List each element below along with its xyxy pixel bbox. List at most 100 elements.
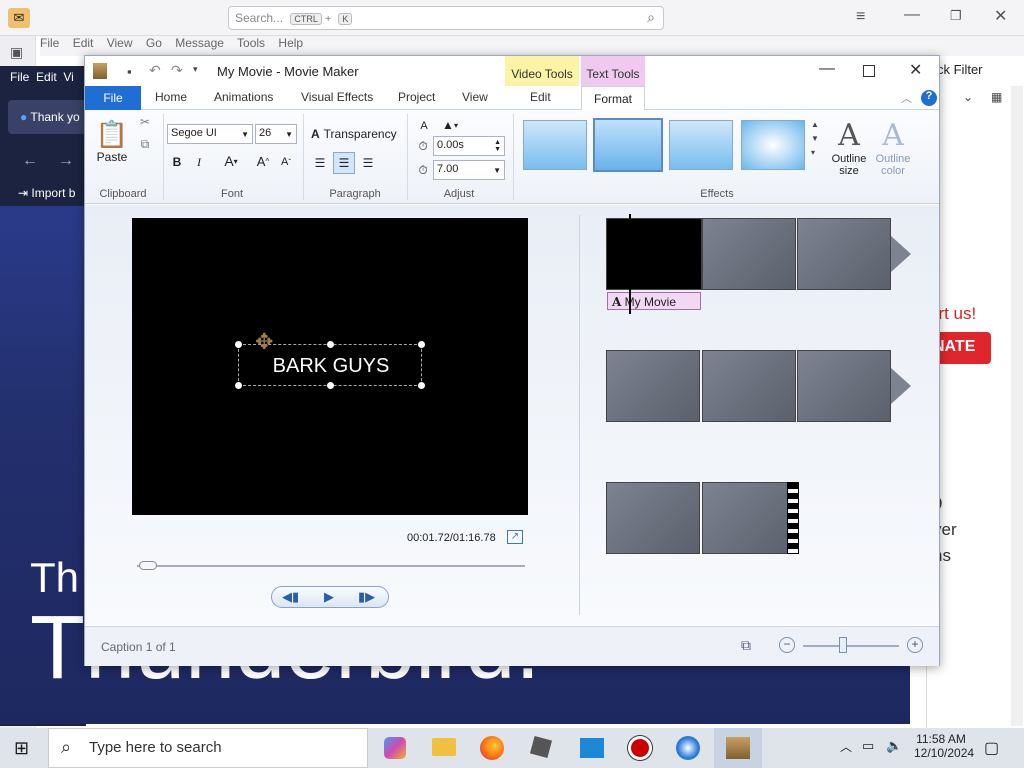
notifications-icon[interactable]: ▢ (984, 738, 999, 758)
italic-button[interactable]: I (191, 154, 207, 170)
cut-icon[interactable]: ✂ (137, 114, 153, 130)
chevron-down-icon[interactable]: ⌄ (963, 90, 973, 104)
tab-project[interactable]: Project (398, 90, 435, 104)
transparency-button[interactable]: A Transparency (311, 126, 403, 142)
search-input[interactable]: Search... CTRL + K ⌕ (228, 6, 664, 30)
taskbar-search[interactable]: ⌕ Type here to search (48, 728, 368, 768)
resize-handle[interactable] (235, 341, 242, 348)
hamburger-menu-icon[interactable]: ≡ (856, 8, 865, 26)
file-explorer-icon[interactable] (432, 738, 456, 756)
menu-view[interactable]: View (107, 36, 133, 50)
tab-visual-effects[interactable]: Visual Effects (301, 90, 373, 104)
start-time-input[interactable]: 0.00s ▲ ▼ (433, 136, 505, 156)
align-left-icon[interactable]: ☰ (311, 154, 329, 172)
clip-thumbnail[interactable] (702, 350, 796, 422)
firefox-icon[interactable] (480, 736, 504, 760)
clock[interactable]: 11:58 AM 12/10/2024 (914, 732, 974, 760)
font-family-select[interactable]: Segoe UI ▼ (167, 124, 253, 144)
menu-go[interactable]: Go (146, 36, 162, 50)
duration-input[interactable]: 7.00 ▼ (433, 160, 505, 180)
grow-font-button[interactable]: A ^ (253, 152, 273, 170)
tab-animations[interactable]: Animations (214, 90, 273, 104)
fullscreen-icon[interactable]: ↗ (507, 530, 523, 544)
effect-thumbnail-2-selected[interactable] (593, 118, 663, 172)
copilot-icon[interactable] (384, 737, 406, 759)
redo-icon[interactable]: ↷ (171, 62, 183, 79)
roblox-studio-icon[interactable] (580, 738, 604, 758)
align-right-icon[interactable]: ☰ (359, 154, 377, 172)
next-frame-icon[interactable]: ▮▶ (358, 589, 375, 605)
help-icon[interactable]: ? (921, 90, 937, 106)
menu-tools[interactable]: Tools (237, 36, 265, 50)
clip-thumbnail[interactable] (606, 350, 700, 422)
volume-icon[interactable]: 🔈 (886, 738, 902, 754)
customize-qat-icon[interactable]: ▾ (193, 64, 198, 75)
minimize-icon[interactable]: — (904, 6, 920, 24)
record-icon[interactable] (628, 736, 652, 760)
zoom-out-icon[interactable]: − (779, 637, 795, 653)
scrollbar[interactable] (1011, 86, 1023, 726)
forward-arrow-icon[interactable]: → (58, 152, 74, 170)
resize-handle[interactable] (327, 341, 334, 348)
effect-thumbnail-4[interactable] (741, 120, 805, 170)
clip-thumbnail[interactable] (702, 218, 796, 290)
minimize-button[interactable]: — (819, 60, 835, 78)
playhead[interactable] (629, 214, 631, 314)
pane-divider[interactable] (579, 215, 580, 615)
clip-thumbnail[interactable] (606, 482, 700, 554)
quick-filter-button[interactable]: ck Filter (937, 62, 983, 77)
thunderbird-icon[interactable] (676, 736, 700, 760)
font-color-button[interactable]: A ▾ (217, 152, 245, 170)
clip-title-black[interactable] (606, 218, 702, 290)
effect-thumbnail-1[interactable] (523, 120, 587, 170)
play-icon[interactable]: ▶ (324, 589, 334, 605)
tab-format[interactable]: Format (581, 86, 645, 111)
dark-menu-view[interactable]: Vi (63, 70, 73, 84)
close-icon[interactable]: ✕ (994, 6, 1007, 26)
text-color-icon[interactable]: ▲ ▾ (437, 116, 463, 134)
mail-icon[interactable]: ✉ (8, 8, 30, 28)
caption-clip[interactable]: A My Movie (607, 292, 701, 310)
dark-menu-file[interactable]: File (10, 70, 29, 84)
move-icon[interactable]: ✥ (255, 329, 273, 355)
zoom-slider-thumb[interactable] (839, 637, 847, 653)
clip-thumbnail[interactable] (797, 350, 891, 422)
movie-maker-taskbar-button[interactable] (714, 728, 762, 768)
import-button[interactable]: ⇥ Import b (18, 186, 75, 200)
dark-menu-edit[interactable]: Edit (36, 70, 57, 84)
menu-message[interactable]: Message (175, 36, 224, 50)
background-color-icon[interactable]: A (415, 118, 433, 134)
zoom-slider[interactable] (803, 645, 899, 647)
tab-home[interactable]: Home (155, 90, 187, 104)
clip-thumbnail[interactable] (797, 218, 891, 290)
align-center-icon[interactable]: ☰ (333, 152, 355, 174)
effect-thumbnail-3[interactable] (669, 120, 733, 170)
shrink-font-button[interactable]: Aˇ (277, 154, 295, 170)
menu-help[interactable]: Help (278, 36, 303, 50)
outline-color-button[interactable]: A Outline color (871, 114, 915, 180)
collapse-ribbon-icon[interactable]: ︿ (901, 90, 912, 106)
restore-icon[interactable]: ❐ (950, 8, 962, 24)
resize-handle[interactable] (418, 341, 425, 348)
resize-handle[interactable] (418, 382, 425, 389)
bold-button[interactable]: B (169, 154, 185, 170)
maximize-button[interactable] (863, 65, 875, 77)
clip-thumbnail[interactable] (702, 482, 796, 554)
effects-scroll-icon[interactable]: ▲ ▼ ▾ (811, 118, 819, 160)
caption-box[interactable]: BARK GUYS ✥ (235, 329, 425, 389)
previous-frame-icon[interactable]: ◀▮ (282, 589, 299, 605)
columns-icon[interactable]: ▦ (991, 90, 1002, 104)
outline-size-button[interactable]: A Outline size (827, 114, 871, 180)
paste-button[interactable]: 📋 Paste (95, 116, 129, 166)
windows-start-icon[interactable]: ⊞ (14, 738, 29, 759)
tab-view[interactable]: View (462, 90, 488, 104)
close-button[interactable]: ✕ (909, 60, 922, 80)
roblox-icon[interactable] (529, 735, 553, 759)
font-size-select[interactable]: 26 ▼ (255, 124, 297, 144)
seek-thumb[interactable] (139, 561, 157, 570)
back-arrow-icon[interactable]: ← (22, 152, 38, 170)
copy-icon[interactable]: ⧉ (137, 136, 153, 152)
undo-icon[interactable]: ↶ (149, 62, 161, 79)
menu-edit[interactable]: Edit (73, 36, 94, 50)
chevron-up-icon[interactable]: ︿ (840, 738, 852, 755)
